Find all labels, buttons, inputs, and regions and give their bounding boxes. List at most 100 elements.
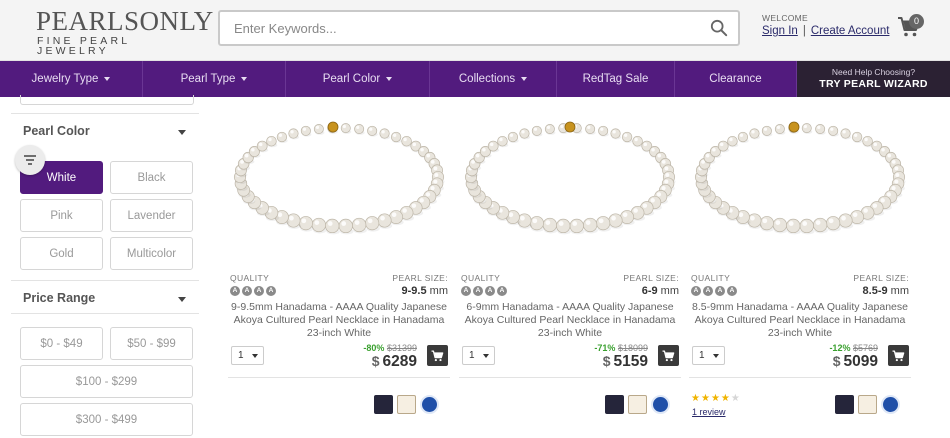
product-card: QUALITY PEARL SIZE: A A A A 6-9 mm 6-9mm… [459,97,681,438]
site-header: PEARLSONLY FINE PEARL JEWELRY WELCOME Si… [0,0,950,61]
chevron-down-icon [483,354,489,358]
add-to-cart-button[interactable] [658,345,679,366]
quantity-select[interactable]: 1 [462,346,495,365]
price-option-300-499[interactable]: $300 - $499 [20,403,193,436]
nav-label: Jewelry Type [31,73,99,85]
guarantee-badge-icon[interactable] [420,395,439,414]
quality-label: QUALITY [461,273,501,283]
color-option-black[interactable]: Black [110,161,193,194]
caret-down-icon [521,77,528,81]
main-nav: Jewelry Type Pearl Type Pearl Color Coll… [0,61,950,97]
price-value: 5159 [613,353,648,370]
site-logo[interactable]: PEARLSONLY FINE PEARL JEWELRY [36,6,214,56]
discount-percent: -71% [594,343,616,353]
divider [11,113,199,114]
price-range-filter-title[interactable]: Price Range [23,291,95,305]
product-title[interactable]: 6-9mm Hanadama - AAAA Quality Japanese A… [459,301,681,340]
quality-a-icon: A [266,286,276,296]
quality-a-icon: A [691,286,701,296]
quantity-select[interactable]: 1 [692,346,725,365]
nav-clearance[interactable]: Clearance [675,61,797,97]
nav-collections[interactable]: Collections [430,61,557,97]
guarantee-badge-icon[interactable] [651,395,670,414]
collapse-caret-icon[interactable] [178,130,186,135]
search-icon[interactable] [710,19,728,37]
nav-label: Pearl Color [322,73,381,85]
product-image[interactable] [228,105,450,255]
star-icon: ★ [730,393,741,404]
product-image[interactable] [689,105,911,255]
chevron-down-icon [252,354,258,358]
pearl-size-label: PEARL SIZE: [623,273,679,283]
price-value: 5099 [843,353,878,370]
quality-a-icon: A [497,286,507,296]
quality-a-icon: A [485,286,495,296]
collapse-caret-icon[interactable] [178,297,186,302]
nav-label: RedTag Sale [582,73,649,85]
caret-down-icon [386,77,393,81]
price-discount: -71% $18099 [594,343,648,353]
cart-icon [431,349,444,361]
color-option-lavender[interactable]: Lavender [110,199,193,232]
cart-icon [662,349,675,361]
product-price: $5099 [833,353,878,371]
hanadama-badge-icon[interactable] [628,395,647,414]
price-option-0-49[interactable]: $0 - $49 [20,327,103,360]
quality-a-icon: A [703,286,713,296]
quality-a-icon: A [461,286,471,296]
original-price: $18099 [617,343,648,353]
wizard-help-text: Need Help Choosing? [831,67,916,77]
logo-main-text: PEARLSONLY [36,6,214,36]
nav-label: Collections [458,73,516,85]
sign-in-link[interactable]: Sign In [762,25,798,37]
nav-pearl-color[interactable]: Pearl Color [286,61,430,97]
caret-down-icon [241,77,248,81]
pearl-color-filter-title[interactable]: Pearl Color [23,124,90,138]
price-value: 6289 [382,353,417,370]
color-option-gold[interactable]: Gold [20,237,103,270]
hanadama-badge-icon[interactable] [858,395,877,414]
quantity-value: 1 [469,350,475,361]
price-option-100-299[interactable]: $100 - $299 [20,365,193,398]
account-links: Sign In | Create Account [762,25,889,37]
pearl-size-label: PEARL SIZE: [392,273,448,283]
search-bar [218,10,740,46]
color-option-multicolor[interactable]: Multicolor [110,237,193,270]
reviews-link[interactable]: 1 review [692,407,726,417]
divider [11,313,199,314]
welcome-label: WELCOME [762,13,809,23]
product-title[interactable]: 8.5-9mm Hanadama - AAAA Quality Japanese… [689,301,911,340]
filter-toggle-button[interactable] [15,145,45,175]
divider [459,377,681,378]
quantity-select[interactable]: 1 [231,346,264,365]
nav-label: Clearance [709,73,762,85]
guarantee-badge-icon[interactable] [881,395,900,414]
create-account-link[interactable]: Create Account [811,25,890,37]
size-unit: mm [890,285,909,297]
certificate-badge-icon[interactable] [835,395,854,414]
certificate-badge-icon[interactable] [374,395,393,414]
quantity-value: 1 [699,350,705,361]
nav-jewelry-type[interactable]: Jewelry Type [0,61,143,97]
price-option-50-99[interactable]: $50 - $99 [110,327,193,360]
quality-a-icon: A [473,286,483,296]
nav-label: Pearl Type [180,73,236,85]
certificate-badge-icon[interactable] [605,395,624,414]
nav-redtag-sale[interactable]: RedTag Sale [557,61,675,97]
discount-percent: -12% [829,343,851,353]
product-price: $6289 [372,353,417,371]
color-option-pink[interactable]: Pink [20,199,103,232]
add-to-cart-button[interactable] [888,345,909,366]
pearl-wizard-button[interactable]: Need Help Choosing? TRY PEARL WIZARD [797,61,950,97]
product-image[interactable] [459,105,681,255]
discount-percent: -80% [363,343,385,353]
size-number: 9-9.5 [401,285,427,297]
hanadama-badge-icon[interactable] [397,395,416,414]
search-input[interactable] [220,12,680,44]
nav-pearl-type[interactable]: Pearl Type [143,61,286,97]
product-title[interactable]: 9-9.5mm Hanadama - AAAA Quality Japanese… [228,301,450,340]
previous-filter-option[interactable] [20,95,194,105]
quality-a-icon: A [254,286,264,296]
original-price: $5769 [852,343,878,353]
add-to-cart-button[interactable] [427,345,448,366]
